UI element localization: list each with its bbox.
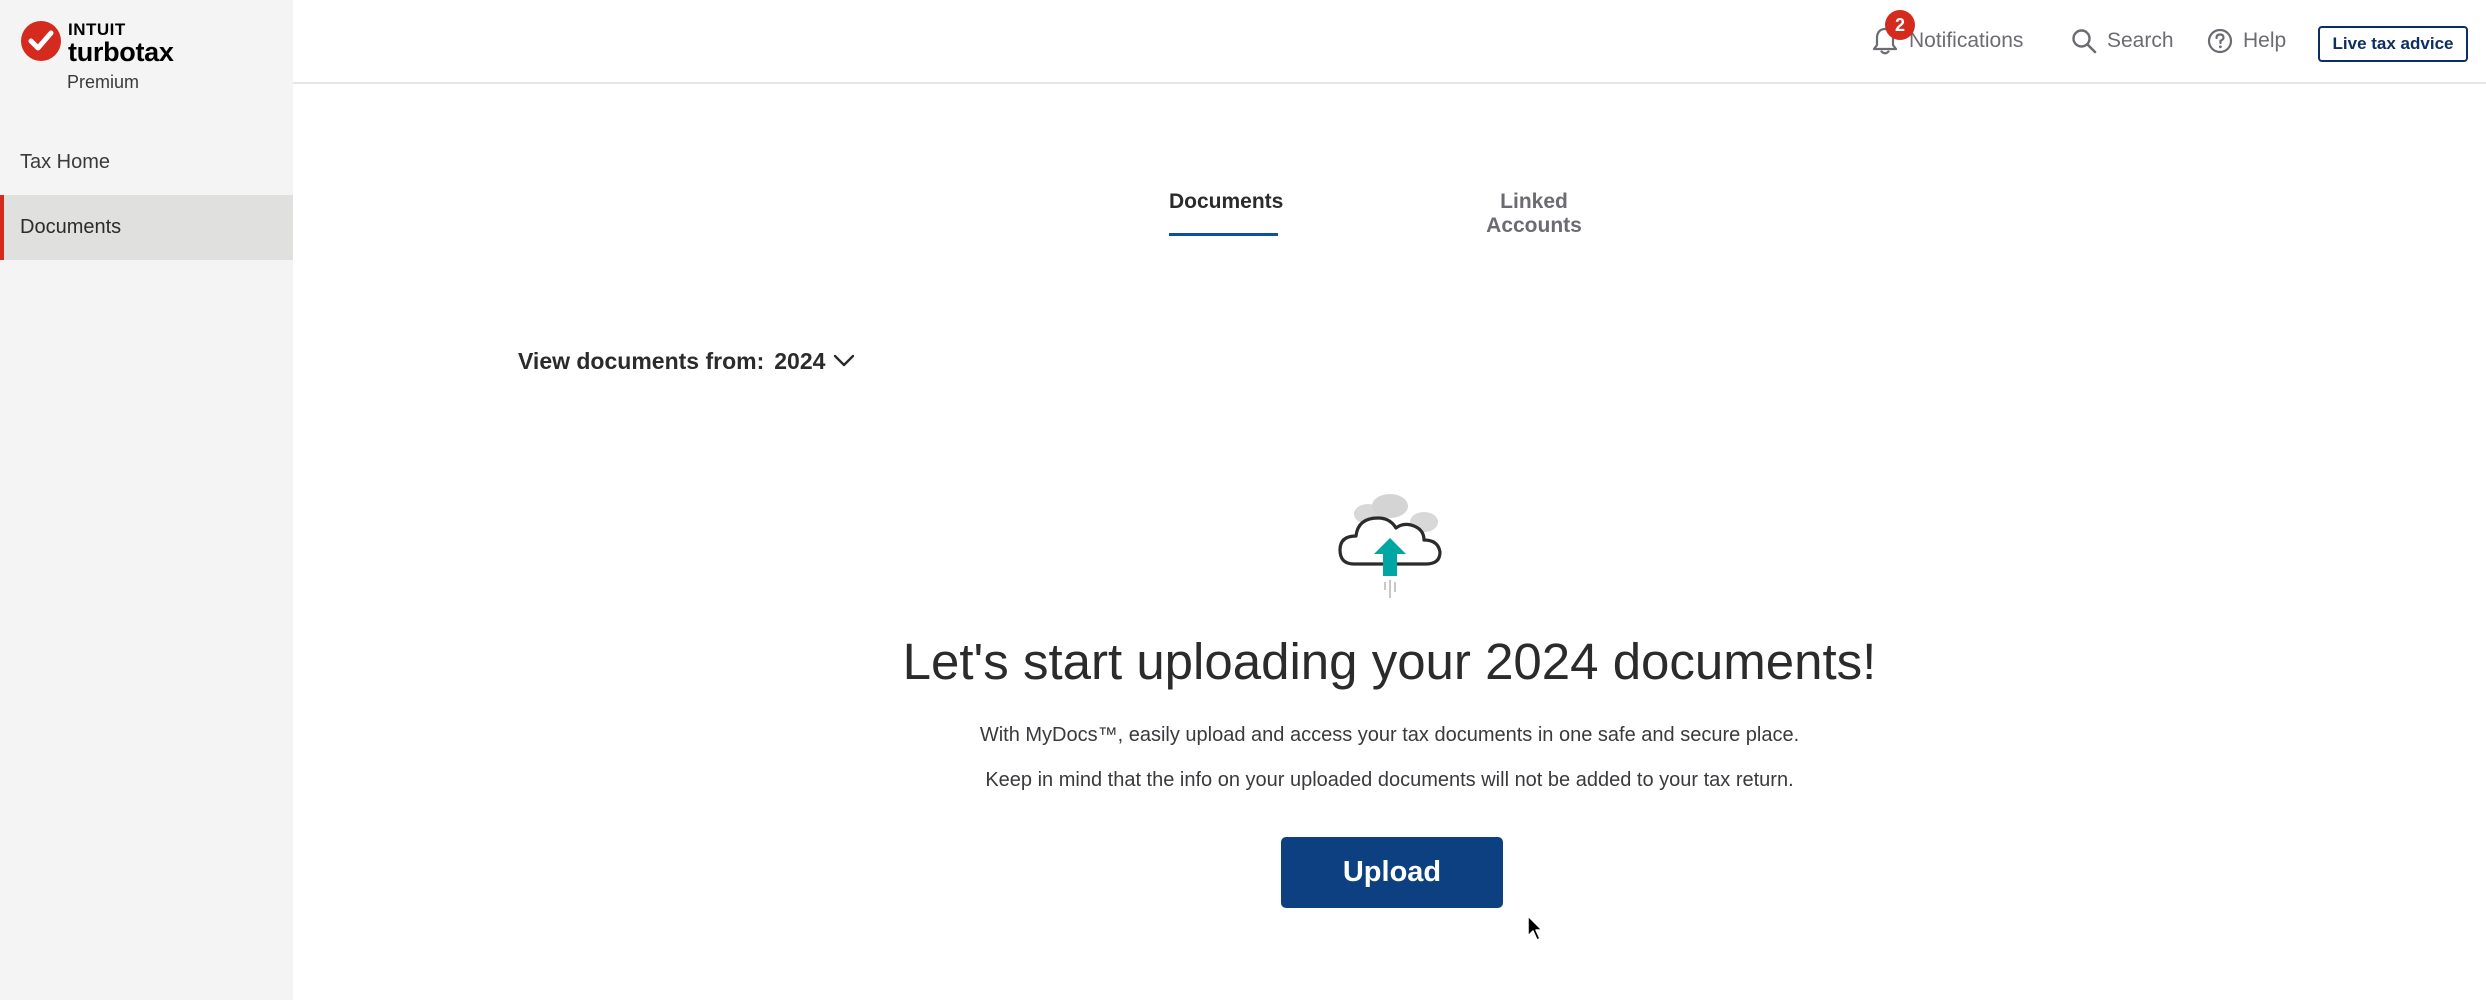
top-bar: 2 Notifications Search Help Live tax adv… bbox=[293, 0, 2486, 84]
upload-button[interactable]: Upload bbox=[1281, 837, 1503, 908]
sidebar: INTUIT turbotax Premium Tax Home Documen… bbox=[0, 0, 293, 1000]
sidebar-item-label: Documents bbox=[20, 216, 122, 238]
logo-edition: Premium bbox=[67, 72, 140, 92]
mouse-cursor-icon bbox=[1527, 915, 1543, 941]
chevron-down-icon bbox=[834, 354, 855, 367]
cloud-upload-icon bbox=[1338, 494, 1442, 598]
year-filter-value: 2024 bbox=[774, 347, 826, 374]
help-label: Help bbox=[2243, 29, 2287, 52]
help-icon bbox=[2207, 28, 2233, 54]
notification-count-badge: 2 bbox=[1885, 10, 1915, 40]
notifications-button[interactable]: 2 Notifications bbox=[1871, 10, 2024, 58]
sidebar-item-documents[interactable]: Documents bbox=[0, 195, 293, 260]
app-window: INTUIT turbotax Premium Tax Home Documen… bbox=[0, 0, 2486, 1000]
tab-documents[interactable]: Documents bbox=[1169, 190, 1283, 236]
bell-icon: 2 bbox=[1871, 10, 1915, 56]
live-tax-advice-button[interactable]: Live tax advice bbox=[2318, 26, 2468, 62]
turbotax-checkmark-icon bbox=[21, 21, 61, 61]
logo-product: turbotax bbox=[68, 37, 174, 67]
help-button[interactable]: Help bbox=[2207, 24, 2286, 58]
empty-state-headline: Let's start uploading your 2024 document… bbox=[902, 633, 1877, 690]
notifications-label: Notifications bbox=[1909, 29, 2024, 52]
tab-linked-accounts[interactable]: Linked Accounts bbox=[1452, 190, 1616, 237]
search-icon bbox=[2072, 29, 2097, 54]
search-button[interactable]: Search bbox=[2071, 24, 2174, 58]
year-filter-dropdown[interactable]: View documents from: 2024 bbox=[518, 344, 855, 378]
sidebar-item-label: Tax Home bbox=[20, 151, 111, 173]
sidebar-item-tax-home[interactable]: Tax Home bbox=[0, 130, 293, 195]
year-filter-label: View documents from: bbox=[518, 347, 765, 374]
turbotax-logo[interactable]: INTUIT turbotax Premium bbox=[20, 20, 280, 100]
search-label: Search bbox=[2107, 29, 2174, 52]
empty-state-disclaimer: Keep in mind that the info on your uploa… bbox=[985, 769, 1794, 791]
empty-state-description: With MyDocs™, easily upload and access y… bbox=[979, 724, 1800, 746]
